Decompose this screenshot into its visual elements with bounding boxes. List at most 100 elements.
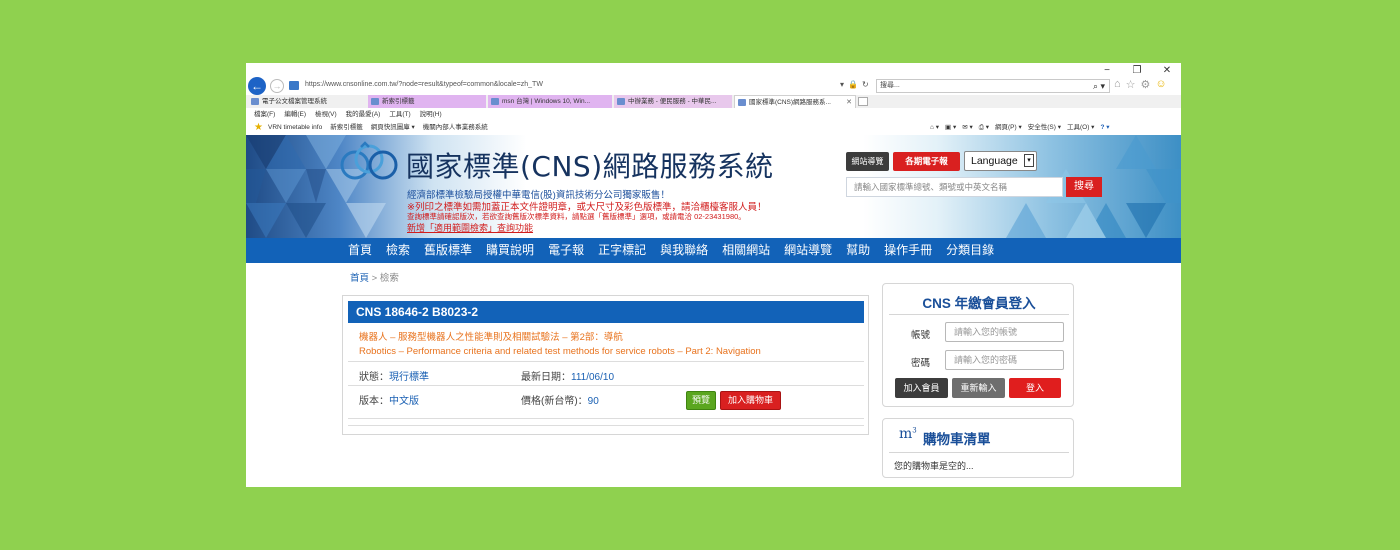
search-icon[interactable]: ⌕ ▾ [1093,80,1105,92]
browser-window: − ❐ ✕ ← → https://www.cnsonline.com.tw/?… [246,63,1181,487]
mail-icon[interactable]: ✉ ▾ [962,121,973,134]
print-icon[interactable]: ⎙ ▾ [979,121,989,134]
address-bar-row: ← → https://www.cnsonline.com.tw/?node=r… [246,76,1181,96]
join-member-button[interactable]: 加入會員 [895,378,948,398]
favorites-star-icon[interactable]: ☆ [1126,78,1136,91]
lock-icon[interactable]: 🔒 [848,80,858,89]
favorite-item[interactable]: 新索引標籤 [330,121,363,134]
back-arrow-icon[interactable]: ← [248,77,266,95]
add-to-cart-button[interactable]: 加入購物車 [720,391,781,410]
tab-cns-active[interactable]: 國家標準(CNS)網路服務系... ✕ [734,95,856,108]
tab-msn[interactable]: msn 台灣 | Windows 10, Win... [488,95,612,108]
divider [348,425,864,426]
language-select[interactable]: Language ▾ [964,151,1037,171]
shopping-cart-panel: m3 購物車清單 您的購物車是空的... [882,418,1074,478]
browser-toolbar-icons: ⌂ ☆ ⚙ ☺ [1114,78,1167,91]
address-input[interactable]: https://www.cnsonline.com.tw/?node=resul… [305,81,543,88]
divider [348,385,864,386]
favorites-star-icon[interactable]: ★ [254,121,263,134]
favorite-item[interactable]: 網頁快訊圖庫 ▾ [371,121,415,134]
nav-site-map[interactable]: 網站導覽 [784,238,832,263]
standard-title-zh[interactable]: 機器人 – 服務型機器人之性能準則及相關試驗法 – 第2部：導航 [359,329,623,343]
feedback-smiley-icon[interactable]: ☺ [1155,78,1166,91]
login-button[interactable]: 登入 [1009,378,1061,398]
site-search-button[interactable]: 搜尋 [1066,177,1102,197]
nav-contact[interactable]: 與我聯絡 [660,238,708,263]
home-icon[interactable]: ⌂ [1114,78,1121,91]
site-title: 國家標準(CNS)網路服務系統 [406,150,774,183]
menu-edit[interactable]: 編輯(E) [284,109,306,121]
favorite-item[interactable]: 機關內部人事業務系統 [423,121,488,134]
menu-favorites[interactable]: 我的最愛(A) [346,109,381,121]
menu-help[interactable]: 說明(H) [420,109,442,121]
version-field: 版本：中文版 [359,392,419,407]
breadcrumb-separator: > [371,273,378,284]
account-input[interactable]: 請輸入您的帳號 [945,322,1064,342]
site-guide-button[interactable]: 網站導覽 [846,152,889,171]
standard-code[interactable]: CNS 18646-2 B8023-2 [348,301,864,323]
nav-help[interactable]: 幫助 [846,238,870,263]
breadcrumb-home[interactable]: 首頁 [350,273,369,284]
divider [889,314,1069,315]
status-label: 狀態： [359,372,389,383]
date-label: 最新日期： [521,372,571,383]
tab-label: 電子公文檔案管理系統 [262,98,327,105]
menu-tools[interactable]: 工具(T) [389,109,410,121]
nav-purchase-guide[interactable]: 購買說明 [486,238,534,263]
nav-mark[interactable]: 正字標記 [598,238,646,263]
nav-home[interactable]: 首頁 [348,238,372,263]
menu-file[interactable]: 檔案(F) [254,109,275,121]
nav-search[interactable]: 檢索 [386,238,410,263]
cart-icon: m3 [899,426,917,442]
address-tools: ▾ 🔒 ↻ [840,80,869,89]
tab-service[interactable]: 中辦業務 - 便民服務 - 中華民... [614,95,732,108]
password-input[interactable]: 請輸入您的密碼 [945,350,1064,370]
tab-favicon-icon [617,98,625,105]
cmd-tools[interactable]: 工具(O) ▾ [1067,121,1094,134]
menu-bar: 檔案(F) 編輯(E) 檢視(V) 我的最愛(A) 工具(T) 說明(H) [254,109,442,121]
preview-button[interactable]: 預覽 [686,391,716,410]
cmd-page[interactable]: 網頁(P) ▾ [995,121,1022,134]
settings-gear-icon[interactable]: ⚙ [1141,78,1151,91]
cmd-safety[interactable]: 安全性(S) ▾ [1028,121,1061,134]
nav-old-standards[interactable]: 舊版標準 [424,238,472,263]
standard-title-en[interactable]: Robotics – Performance criteria and rela… [359,346,761,357]
home-dropdown-icon[interactable]: ⌂ ▾ [930,121,939,134]
tab-favicon-icon [371,98,379,105]
new-tab-button[interactable] [858,97,868,106]
forward-arrow-icon[interactable]: → [270,79,284,93]
tab-label: msn 台灣 | Windows 10, Win... [502,98,591,105]
favorites-list: VRN timetable info 新索引標籤 網頁快訊圖庫 ▾ 機關內部人事… [268,121,488,134]
date-value: 111/06/10 [571,372,615,383]
tab-new-tab[interactable]: 新索引標籤 [368,95,486,108]
tab-label: 新索引標籤 [382,98,415,105]
browser-search-input[interactable]: 搜尋... ⌕ ▾ [876,79,1110,93]
browser-search-text: 搜尋... [880,82,900,89]
login-title: CNS 年繳會員登入 [922,296,1036,311]
tab-document-system[interactable]: 電子公文檔案管理系統 [248,95,366,108]
nav-e-newsletter[interactable]: 電子報 [548,238,584,263]
refresh-icon[interactable]: ↻ [862,80,869,89]
cart-empty-text: 您的購物車是空的... [894,461,974,471]
status-field: 狀態：現行標準 [359,368,429,383]
tab-close-icon[interactable]: ✕ [846,96,852,108]
chevron-down-icon: ▾ [1024,154,1034,167]
breadcrumb: 首頁 > 檢索 [350,270,399,284]
version-label: 版本： [359,396,389,407]
dropdown-icon[interactable]: ▾ [840,80,844,89]
favorite-item[interactable]: VRN timetable info [268,121,322,134]
menu-view[interactable]: 檢視(V) [315,109,337,121]
nav-manual[interactable]: 操作手冊 [884,238,932,263]
e-newsletter-button[interactable]: 各期電子報 [893,152,960,171]
breadcrumb-current: 檢索 [379,273,399,284]
site-search-input[interactable]: 請輸入國家標準總號、類號或中英文名稱 [846,177,1063,197]
nav-related-sites[interactable]: 相關網站 [722,238,770,263]
help-icon[interactable]: ? ▾ [1100,121,1109,134]
member-login-panel: CNS 年繳會員登入 帳號 請輸入您的帳號 密碼 請輸入您的密碼 加入會員 重新… [882,283,1074,407]
reset-button[interactable]: 重新輸入 [952,378,1005,398]
announcement-link[interactable]: 新增「適用範圍檢索」查詢功能 [407,221,533,234]
account-label: 帳號 [911,330,931,341]
nav-catalog[interactable]: 分類目錄 [946,238,994,263]
feeds-icon[interactable]: ▣ ▾ [945,121,956,134]
date-field: 最新日期：111/06/10 [521,368,614,383]
